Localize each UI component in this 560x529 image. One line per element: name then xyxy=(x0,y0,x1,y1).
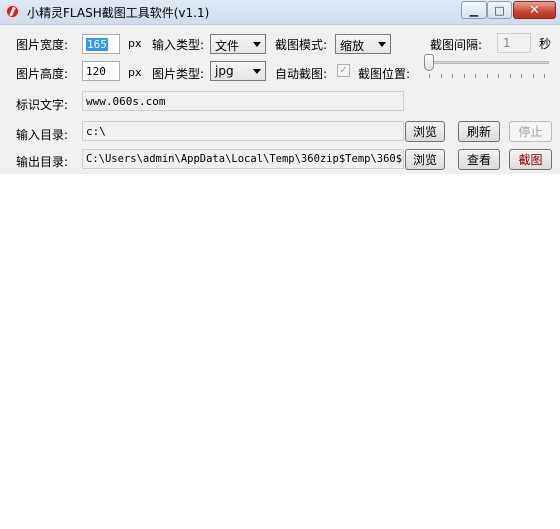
watermark-label: 标识文字: xyxy=(16,98,69,112)
chevron-down-icon xyxy=(253,42,261,47)
height-unit: px xyxy=(128,66,142,79)
auto-capture-checkbox[interactable]: ✓ xyxy=(337,64,350,77)
maximize-icon: □ xyxy=(494,3,505,17)
slider-tick xyxy=(475,74,476,78)
maximize-button[interactable]: □ xyxy=(487,1,512,19)
slider-tick xyxy=(429,74,430,78)
interval-unit: 秒 xyxy=(539,37,552,51)
position-slider-track xyxy=(425,61,549,64)
image-type-label: 图片类型: xyxy=(152,67,205,81)
output-dir-label: 输出目录: xyxy=(16,155,69,169)
input-dir-input[interactable]: c:\ xyxy=(82,121,404,141)
refresh-button[interactable]: 刷新 xyxy=(458,121,500,142)
input-type-label: 输入类型: xyxy=(152,38,205,52)
input-type-value: 文件 xyxy=(215,39,240,53)
close-icon: ✕ xyxy=(529,2,540,18)
mode-select[interactable]: 缩放 xyxy=(335,34,391,54)
slider-tick xyxy=(440,74,442,78)
output-browse-button[interactable]: 浏览 xyxy=(405,149,445,170)
position-label: 截图位置: xyxy=(358,67,411,81)
mode-value: 缩放 xyxy=(340,39,365,53)
image-type-select[interactable]: jpg xyxy=(210,61,266,81)
slider-tick xyxy=(544,74,545,78)
slider-tick xyxy=(452,74,453,78)
preview-area xyxy=(0,174,560,529)
slider-tick xyxy=(521,74,522,78)
input-type-select[interactable]: 文件 xyxy=(210,34,266,54)
capture-button[interactable]: 截图 xyxy=(509,149,552,170)
close-button[interactable]: ✕ xyxy=(513,1,556,19)
position-slider-thumb[interactable] xyxy=(424,54,434,71)
mode-label: 截图模式: xyxy=(275,38,328,52)
minimize-icon: ▁ xyxy=(469,3,479,17)
minimize-button[interactable]: ▁ xyxy=(461,1,487,19)
interval-input[interactable]: 1 xyxy=(497,33,531,53)
input-dir-label: 输入目录: xyxy=(16,128,69,142)
width-label: 图片宽度: xyxy=(16,38,69,52)
height-label: 图片高度: xyxy=(16,67,69,81)
auto-capture-label: 自动截图: xyxy=(275,67,328,81)
width-unit: px xyxy=(128,37,142,50)
height-input[interactable]: 120 xyxy=(82,61,120,81)
title-bar: 小精灵FLASH截图工具软件(v1.1) ▁ □ ✕ xyxy=(0,0,560,25)
interval-label: 截图间隔: xyxy=(430,38,483,52)
chevron-down-icon xyxy=(378,42,386,47)
slider-tick xyxy=(486,74,488,78)
slider-tick xyxy=(463,74,465,78)
width-value: 165 xyxy=(86,38,108,51)
slider-tick xyxy=(532,74,534,78)
slider-tick xyxy=(509,74,511,78)
image-type-value: jpg xyxy=(215,64,234,78)
window-title: 小精灵FLASH截图工具软件(v1.1) xyxy=(27,6,210,20)
app-logo-icon xyxy=(5,4,20,19)
width-input[interactable]: 165 xyxy=(82,34,120,54)
input-browse-button[interactable]: 浏览 xyxy=(405,121,445,142)
stop-button[interactable]: 停止 xyxy=(509,121,552,142)
chevron-down-icon xyxy=(253,69,261,74)
settings-panel: 图片宽度: 165 px 输入类型: 文件 截图模式: 缩放 截图间隔: 1 秒… xyxy=(0,25,560,174)
output-dir-input[interactable]: C:\Users\admin\AppData\Local\Temp\360zip… xyxy=(82,149,404,169)
watermark-input[interactable]: www.060s.com xyxy=(82,91,404,111)
slider-tick xyxy=(498,74,499,78)
view-button[interactable]: 查看 xyxy=(458,149,500,170)
